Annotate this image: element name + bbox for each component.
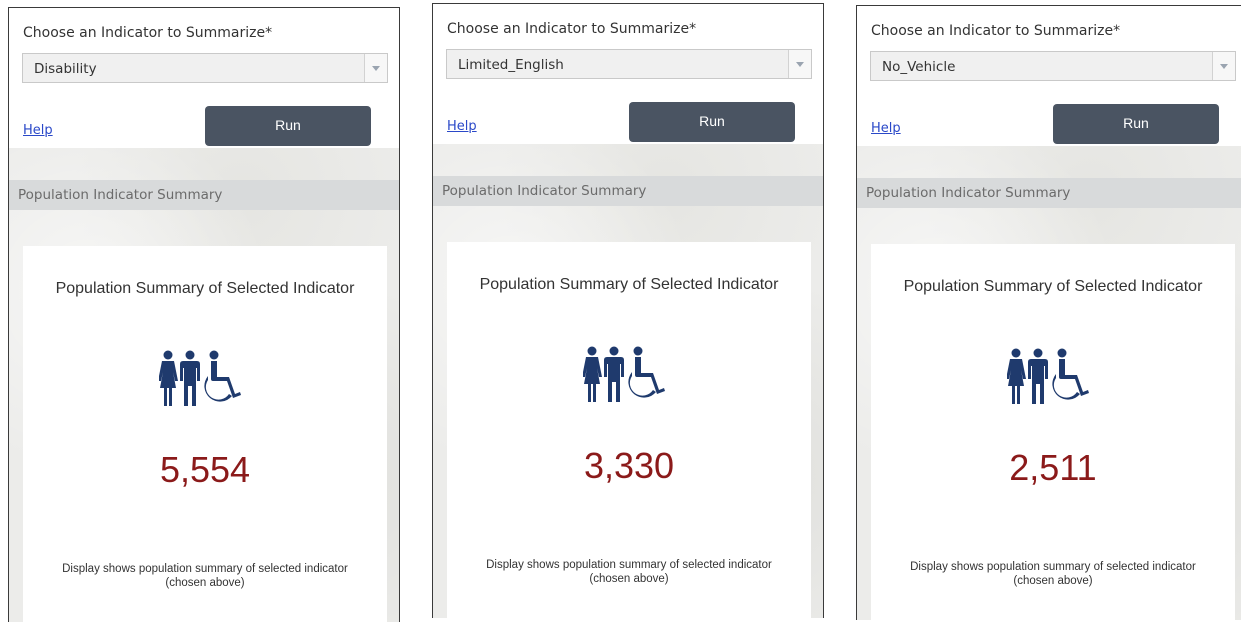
card-title: Population Summary of Selected Indicator xyxy=(479,276,779,293)
summary-card: Population Summary of Selected Indicator… xyxy=(871,244,1235,620)
indicator-panel-2: Choose an Indicator to Summarize* Limite… xyxy=(432,3,824,618)
population-count: 2,511 xyxy=(1009,447,1097,488)
card-note-line-2: (chosen above) xyxy=(589,573,669,585)
card-note: Display shows population summary of sele… xyxy=(23,562,387,590)
summary-card: Population Summary of Selected Indicator… xyxy=(447,242,811,618)
help-link[interactable]: Help xyxy=(447,119,477,134)
summary-header: Population Indicator Summary xyxy=(9,180,399,210)
people-wheelchair-icon xyxy=(583,346,665,402)
indicator-panel-3: Choose an Indicator to Summarize* No_Veh… xyxy=(856,5,1241,620)
indicator-select[interactable]: Limited_English xyxy=(446,49,812,79)
population-count: 3,330 xyxy=(583,445,675,486)
indicator-select[interactable]: Disability xyxy=(22,53,388,83)
people-wheelchair-icon xyxy=(1007,348,1089,404)
card-note-line-2: (chosen above) xyxy=(1013,575,1093,587)
select-value: No_Vehicle xyxy=(882,59,956,75)
card-note-line-2: (chosen above) xyxy=(165,577,245,589)
help-link[interactable]: Help xyxy=(871,121,901,136)
indicator-select[interactable]: No_Vehicle xyxy=(870,51,1236,81)
select-label: Choose an Indicator to Summarize* xyxy=(23,25,273,41)
run-button[interactable]: Run xyxy=(629,102,795,142)
card-note-line-1: Display shows population summary of sele… xyxy=(62,563,348,575)
card-title: Population Summary of Selected Indicator xyxy=(903,278,1203,295)
help-link[interactable]: Help xyxy=(23,123,53,138)
summary-card: Population Summary of Selected Indicator… xyxy=(23,246,387,622)
people-wheelchair-icon xyxy=(159,350,241,406)
summary-header: Population Indicator Summary xyxy=(857,178,1241,208)
select-label: Choose an Indicator to Summarize* xyxy=(871,23,1121,39)
card-title: Population Summary of Selected Indicator xyxy=(55,280,355,297)
card-note: Display shows population summary of sele… xyxy=(871,560,1235,588)
card-note: Display shows population summary of sele… xyxy=(447,558,811,586)
summary-header: Population Indicator Summary xyxy=(433,176,823,206)
indicator-panel-1: Choose an Indicator to Summarize* Disabi… xyxy=(8,7,400,622)
chevron-down-icon[interactable] xyxy=(1212,52,1235,80)
run-button[interactable]: Run xyxy=(205,106,371,146)
run-button[interactable]: Run xyxy=(1053,104,1219,144)
population-count: 5,554 xyxy=(159,449,251,490)
card-note-line-1: Display shows population summary of sele… xyxy=(486,559,772,571)
card-note-line-1: Display shows population summary of sele… xyxy=(910,561,1196,573)
chevron-down-icon[interactable] xyxy=(364,54,387,82)
select-value: Limited_English xyxy=(458,57,564,73)
chevron-down-icon[interactable] xyxy=(788,50,811,78)
select-value: Disability xyxy=(34,61,97,77)
select-label: Choose an Indicator to Summarize* xyxy=(447,21,697,37)
